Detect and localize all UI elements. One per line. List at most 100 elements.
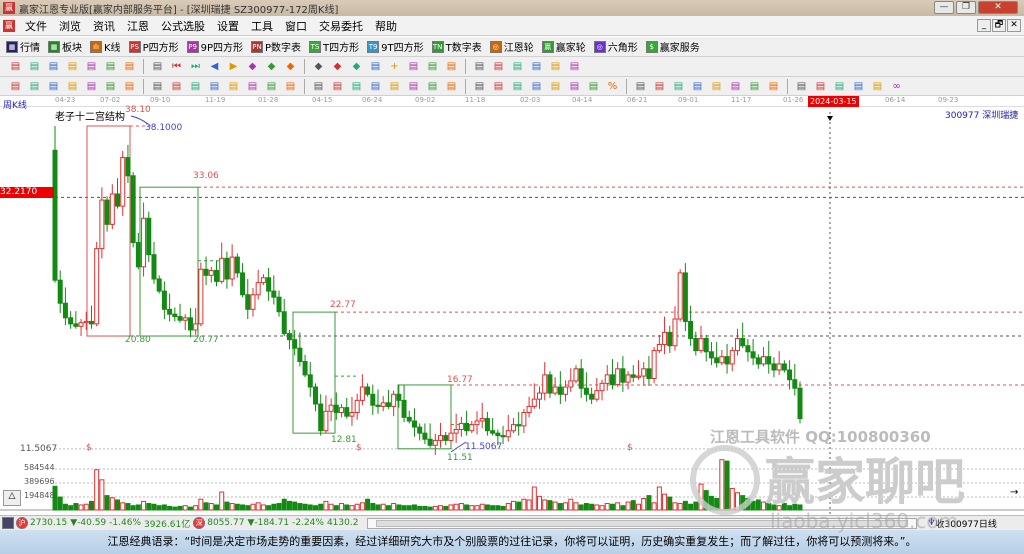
diamond2-icon[interactable]: ◆ (265, 60, 278, 73)
pct-icon[interactable]: ▤ (587, 80, 600, 93)
toolbar-button[interactable]: TN T数字表 (431, 39, 482, 54)
restore-button[interactable]: ❐ (956, 1, 976, 14)
angle2-icon[interactable]: ▤ (767, 80, 780, 93)
n2-icon[interactable]: ▤ (189, 80, 202, 93)
star-icon[interactable]: ▤ (246, 80, 259, 93)
diamond5-icon[interactable]: ◆ (331, 60, 344, 73)
kline-chart[interactable]: 老子十二宫结构 300977 深圳瑞捷 32.2170 11.5067 38.1… (0, 105, 1024, 515)
grid2-icon[interactable]: ▤ (511, 80, 524, 93)
fork-icon[interactable]: ▤ (85, 80, 98, 93)
menu-item[interactable]: 江恩 (127, 20, 149, 33)
triangle-icon[interactable]: ▤ (710, 80, 723, 93)
updown-icon[interactable]: ▤ (104, 60, 117, 73)
gold-icon[interactable]: ▤ (672, 80, 685, 93)
network-icon[interactable]: ▤ (445, 60, 458, 73)
bars-icon[interactable]: ▤ (170, 80, 183, 93)
gold3-icon[interactable]: ▤ (729, 80, 742, 93)
toolbar-button[interactable]: PN P数字表 (251, 39, 301, 54)
angle5-icon[interactable]: ▤ (833, 80, 846, 93)
pencil-icon[interactable]: ▤ (123, 80, 136, 93)
fib1-icon[interactable]: ▤ (407, 80, 420, 93)
menu-item[interactable]: 设置 (217, 20, 239, 33)
speed1-icon[interactable]: ▤ (312, 80, 325, 93)
gold1-icon[interactable]: ▤ (47, 80, 60, 93)
toolbar-button[interactable]: T9 9T四方形 (367, 39, 424, 54)
time-icon[interactable]: ▤ (568, 80, 581, 93)
target-icon[interactable]: ▤ (227, 80, 240, 93)
hand-icon[interactable]: ▤ (369, 60, 382, 73)
grid3-icon[interactable]: ▤ (530, 80, 543, 93)
wave-icon[interactable]: ▤ (284, 80, 297, 93)
print-icon[interactable]: ▤ (549, 60, 562, 73)
horizontal-scrollbar[interactable] (367, 517, 918, 529)
last-icon[interactable]: ⏭ (189, 60, 202, 73)
toolbar-button[interactable]: ▦ 行情 (6, 39, 40, 54)
angle6-icon[interactable]: ▤ (852, 80, 865, 93)
angle-icon[interactable]: ▤ (208, 80, 221, 93)
lines-icon[interactable]: ▤ (28, 80, 41, 93)
toolbar-button[interactable]: 赢赢家轮 (541, 39, 586, 54)
menu-item[interactable]: 文件 (25, 20, 47, 33)
speed2-icon[interactable]: ▤ (331, 80, 344, 93)
first-icon[interactable]: ⏮ (170, 60, 183, 73)
minimize-button[interactable]: — (934, 1, 954, 14)
chart-d-icon[interactable]: ▤ (85, 60, 98, 73)
calendar-icon[interactable]: ▤ (473, 60, 486, 73)
menu-item[interactable]: 浏览 (59, 20, 81, 33)
right-icon[interactable]: ▶ (227, 60, 240, 73)
angle4-icon[interactable]: ▤ (814, 80, 827, 93)
grid-icon[interactable]: ▤ (350, 80, 363, 93)
mdi-close-button[interactable]: ✕ (1007, 19, 1021, 32)
fib3-icon[interactable]: ▤ (445, 80, 458, 93)
range-icon[interactable]: ▤ (369, 80, 382, 93)
toolbar-button[interactable]: ılı K线 (90, 39, 121, 54)
menu-item[interactable]: 窗口 (285, 20, 307, 33)
calculator-icon[interactable] (2, 517, 14, 529)
menu-item[interactable]: 帮助 (375, 20, 397, 33)
menu-item[interactable]: 交易委托 (319, 20, 363, 33)
angle1-icon[interactable]: ▤ (748, 80, 761, 93)
close-button[interactable]: ✕ (978, 1, 1018, 14)
pen-icon[interactable]: ▤ (9, 80, 22, 93)
toolbar-button[interactable]: PS P四方形 (128, 39, 179, 54)
box-icon[interactable]: ▤ (265, 80, 278, 93)
save-icon[interactable]: ▤ (9, 60, 22, 73)
bracket-icon[interactable]: ▤ (426, 60, 439, 73)
export-icon[interactable]: ▤ (530, 60, 543, 73)
menu-item[interactable]: 公式选股 (161, 20, 205, 33)
infinity-icon[interactable]: ∞ (890, 80, 903, 93)
diamond1-icon[interactable]: ◆ (246, 60, 259, 73)
scroll-up-button[interactable]: △ (3, 490, 21, 506)
diamond4-icon[interactable]: ◆ (312, 60, 325, 73)
gold2-icon[interactable]: ▤ (66, 80, 79, 93)
toolbar-button[interactable]: ◎ 江恩轮 (489, 39, 534, 54)
coin-icon[interactable]: ▤ (653, 80, 666, 93)
chart-c-icon[interactable]: ▤ (66, 60, 79, 73)
network2-icon[interactable]: ▤ (568, 60, 581, 73)
cycle-icon[interactable]: ▤ (388, 80, 401, 93)
yinyang-icon[interactable]: ▤ (871, 80, 884, 93)
left-icon[interactable]: ◀ (208, 60, 221, 73)
lines2-icon[interactable]: ▤ (549, 80, 562, 93)
gann-icon[interactable]: ▤ (634, 80, 647, 93)
angle3-icon[interactable]: ▤ (795, 80, 808, 93)
marker-icon[interactable]: ▤ (123, 60, 136, 73)
scroll-right-button[interactable]: → (1010, 487, 1018, 498)
toolbar-button[interactable]: TS T四方形 (309, 39, 359, 54)
chart-b-icon[interactable]: ▤ (47, 60, 60, 73)
toolbar-button[interactable]: P9 9P四方形 (186, 39, 243, 54)
mdi-minimize-button[interactable]: _ (977, 19, 991, 32)
fan-icon[interactable]: ▤ (104, 80, 117, 93)
menu-item[interactable]: 工具 (251, 20, 273, 33)
circle-icon[interactable]: ▤ (151, 80, 164, 93)
fan2-icon[interactable]: ▤ (473, 80, 486, 93)
mdi-restore-button[interactable]: 🗗 (992, 19, 1006, 32)
toolbar-button[interactable]: ◎ 六角形 (593, 39, 638, 54)
toolbar-button[interactable]: ▦ 板块 (48, 39, 82, 54)
calculator-icon[interactable]: ▤ (492, 60, 505, 73)
arrow-icon[interactable]: ▤ (691, 80, 704, 93)
crosshair-icon[interactable]: + (388, 60, 401, 73)
flag-icon[interactable]: ▤ (151, 60, 164, 73)
toolbar-button[interactable]: $ 赢家服务 (645, 39, 700, 54)
fib2-icon[interactable]: ▤ (426, 80, 439, 93)
